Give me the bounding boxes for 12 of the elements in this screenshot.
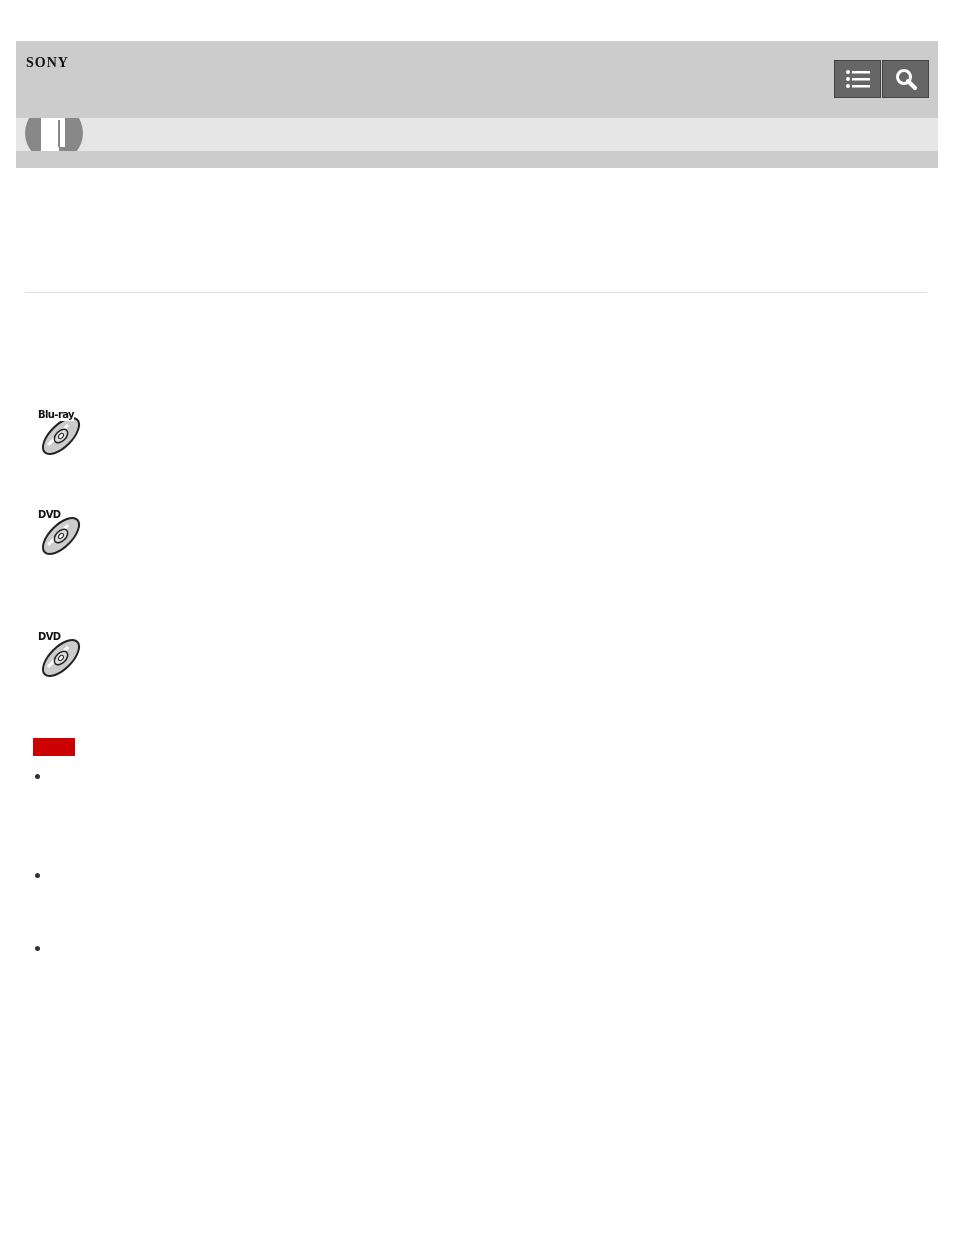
disc-label: DVD: [38, 509, 61, 521]
search-icon: [894, 68, 917, 90]
logo: SONY: [26, 55, 69, 71]
bullet-dot: [35, 946, 40, 951]
bullet-dot: [35, 873, 40, 878]
bullet-dot: [35, 774, 40, 779]
disc-label: DVD: [38, 631, 61, 643]
search-button[interactable]: [882, 60, 929, 98]
menu-button[interactable]: [834, 60, 881, 98]
list-icon: [845, 70, 870, 88]
caution-marker: [33, 738, 75, 756]
disc-label: Blu-ray: [38, 409, 74, 421]
